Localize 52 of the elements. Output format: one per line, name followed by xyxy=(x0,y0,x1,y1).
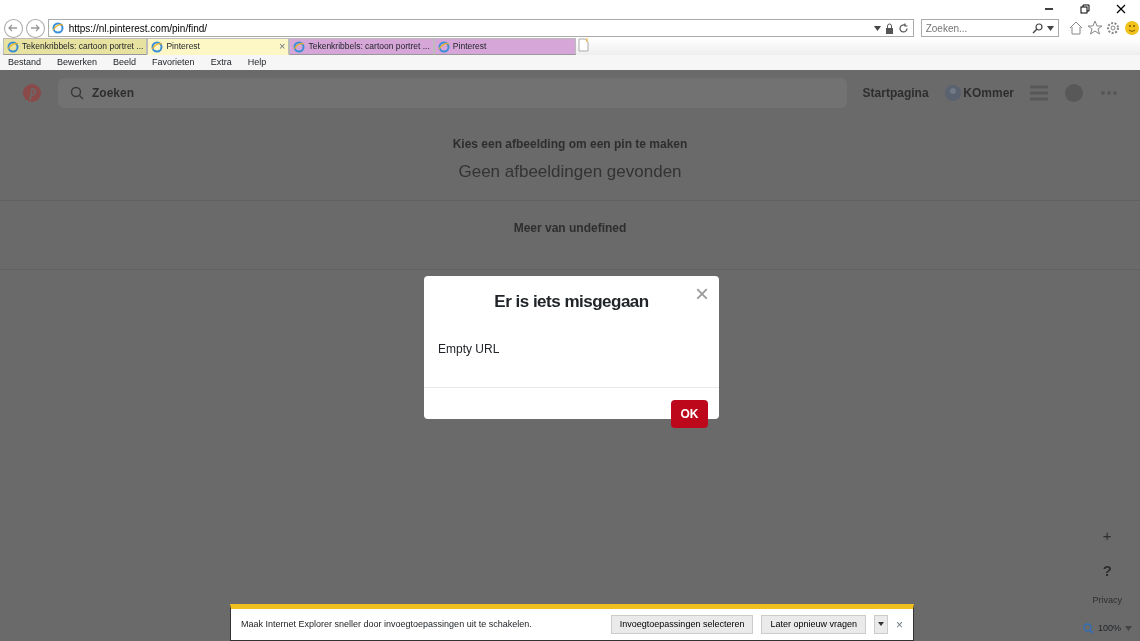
back-button[interactable] xyxy=(4,18,23,38)
section-heading: Meer van undefined xyxy=(513,220,627,237)
restore-icon[interactable] xyxy=(1080,4,1090,14)
tab-title: Tekenkribbels: cartoon portret ... xyxy=(22,40,144,53)
menu-item[interactable]: Beeld xyxy=(113,55,137,70)
dropdown-caret-icon xyxy=(878,622,884,627)
close-button[interactable]: × xyxy=(896,615,903,634)
lock-icon xyxy=(884,22,894,34)
tab-title: Pinterest xyxy=(452,40,488,53)
tab-title: Pinterest xyxy=(166,40,201,53)
page-heading: Kies een afbeelding om een pin te maken xyxy=(451,136,689,153)
browser-logo-icon xyxy=(293,40,306,53)
menu-item[interactable]: Bewerken xyxy=(57,55,98,70)
dropdown-button[interactable] xyxy=(874,614,888,635)
menu-item[interactable]: Help xyxy=(247,55,267,70)
browser-logo-icon xyxy=(437,40,450,53)
notification-message: Maak Internet Explorer sneller door invoegtoepassingen uit te schakelen. xyxy=(241,617,533,631)
smiley-icon[interactable] xyxy=(1124,20,1140,36)
ok-button[interactable]: OK xyxy=(671,399,708,428)
close-tab-button[interactable]: × xyxy=(279,39,286,54)
browser-tab[interactable]: Tekenkribbels: cartoon portret ... xyxy=(289,38,434,55)
browser-tab[interactable]: Pinterest × xyxy=(147,38,290,55)
browser-logo-icon xyxy=(51,22,64,34)
forward-arrow-icon xyxy=(29,22,42,34)
dialog-message: Empty URL xyxy=(424,314,719,388)
refresh-icon[interactable] xyxy=(897,22,909,34)
tab-title: Tekenkribbels: cartoon portret ... xyxy=(308,40,430,53)
notification-button[interactable]: Later opnieuw vragen xyxy=(761,614,866,635)
notification-button[interactable]: Invoegtoepassingen selecteren xyxy=(610,614,754,635)
forward-button[interactable] xyxy=(25,18,45,38)
empty-message: Geen afbeeldingen gevonden xyxy=(457,161,683,183)
search-icon xyxy=(70,85,84,100)
browser-logo-icon xyxy=(151,40,164,53)
browser-tab[interactable]: Tekenkribbels: cartoon portret ... xyxy=(3,38,148,55)
back-arrow-icon xyxy=(7,22,20,34)
menu-item[interactable]: Bestand xyxy=(8,55,42,70)
dropdown-caret-icon[interactable] xyxy=(1047,25,1055,31)
dialog-title: Er is iets misgegaan xyxy=(493,291,650,313)
avatar-icon xyxy=(944,84,961,101)
search-field[interactable]: Zoeken xyxy=(58,77,847,108)
home-icon[interactable] xyxy=(1067,20,1084,36)
dropdown-caret-icon[interactable] xyxy=(873,25,881,31)
search-icon[interactable] xyxy=(1032,22,1044,34)
close-icon[interactable] xyxy=(1116,4,1126,14)
menu-item[interactable]: Extra xyxy=(210,55,232,70)
menu-item[interactable]: Favorieten xyxy=(152,55,195,70)
settings-icon[interactable] xyxy=(1105,20,1122,36)
star-icon[interactable] xyxy=(1086,20,1103,36)
new-tab-icon[interactable] xyxy=(575,38,590,52)
browser-tab[interactable]: Pinterest xyxy=(433,38,576,55)
browser-logo-icon xyxy=(7,40,19,53)
search-field[interactable]: Zoeken... xyxy=(920,19,1060,37)
